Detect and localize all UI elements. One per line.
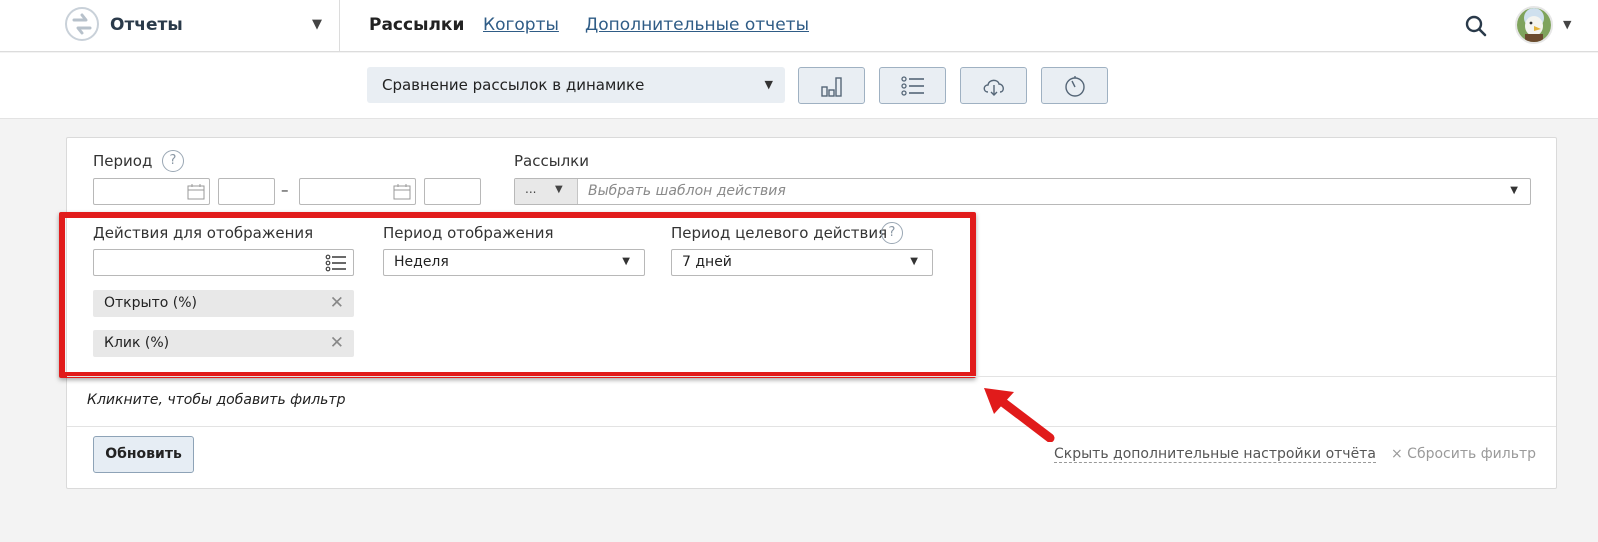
mailings-select[interactable]: ... ▼ Выбрать шаблон действия ▼	[514, 178, 1531, 205]
cloud-download-icon	[983, 79, 1004, 96]
chevron-down-icon: ▼	[1510, 185, 1518, 196]
period-label: Период	[93, 152, 153, 170]
chevron-down-icon: ▼	[764, 78, 773, 91]
timer-icon	[1065, 76, 1085, 97]
reset-filter-link[interactable]: × Сбросить фильтр	[1391, 446, 1536, 462]
report-type-select[interactable]: Сравнение рассылок в динамике ▼	[367, 67, 785, 103]
mailings-mode-dropdown[interactable]: ... ▼	[515, 179, 578, 204]
topbar-divider	[339, 0, 340, 52]
report-settings-panel: Период ? – Рассылки ... ▼ Выбрать шаблон…	[59, 137, 1557, 489]
calendar-icon[interactable]	[393, 183, 411, 200]
pointer-arrow-icon	[984, 388, 1055, 442]
bar-chart-icon	[821, 77, 842, 97]
period-dash: –	[281, 181, 289, 199]
schedule-button[interactable]	[1041, 67, 1108, 104]
nav-link-additional-reports[interactable]: Дополнительные отчеты	[585, 15, 809, 35]
list-icon	[901, 76, 924, 96]
report-type-value: Сравнение рассылок в динамике	[382, 76, 645, 94]
chart-view-button[interactable]	[798, 67, 865, 104]
mailings-placeholder: Выбрать шаблон действия	[588, 183, 786, 199]
search-icon[interactable]	[1464, 14, 1488, 38]
mailings-label: Рассылки	[514, 152, 589, 170]
user-menu-caret-icon[interactable]: ▼	[1563, 18, 1571, 31]
app-title[interactable]: Отчеты	[110, 15, 183, 35]
user-avatar[interactable]	[1515, 6, 1553, 44]
divider	[67, 426, 1556, 427]
period-end-time-input[interactable]	[424, 178, 481, 205]
add-filter-link[interactable]: Кликните, чтобы добавить фильтр	[87, 392, 345, 408]
hide-settings-link[interactable]: Скрыть дополнительные настройки отчёта	[1054, 446, 1376, 463]
export-button[interactable]	[960, 67, 1027, 104]
report-toolbar: Сравнение рассылок в динамике ▼	[0, 53, 1598, 119]
refresh-button[interactable]: Обновить	[93, 436, 194, 473]
period-start-date-input[interactable]	[93, 178, 210, 205]
nav-tab-mailings[interactable]: Рассылки	[369, 15, 464, 35]
divider	[67, 376, 1556, 377]
app-logo-icon[interactable]	[64, 6, 100, 42]
mailings-mode-value: ...	[525, 182, 537, 196]
period-end-date-input[interactable]	[299, 178, 416, 205]
table-view-button[interactable]	[879, 67, 946, 104]
app-menu-caret-icon[interactable]: ▼	[312, 17, 322, 32]
top-bar: Отчеты ▼ Рассылки Когорты Дополнительные…	[0, 0, 1598, 52]
period-help-icon[interactable]: ?	[162, 150, 184, 172]
nav-link-cohorts[interactable]: Когорты	[483, 15, 559, 35]
chevron-down-icon: ▼	[555, 184, 563, 195]
highlight-frame	[59, 212, 976, 378]
period-start-time-input[interactable]	[218, 178, 275, 205]
calendar-icon[interactable]	[187, 183, 205, 200]
